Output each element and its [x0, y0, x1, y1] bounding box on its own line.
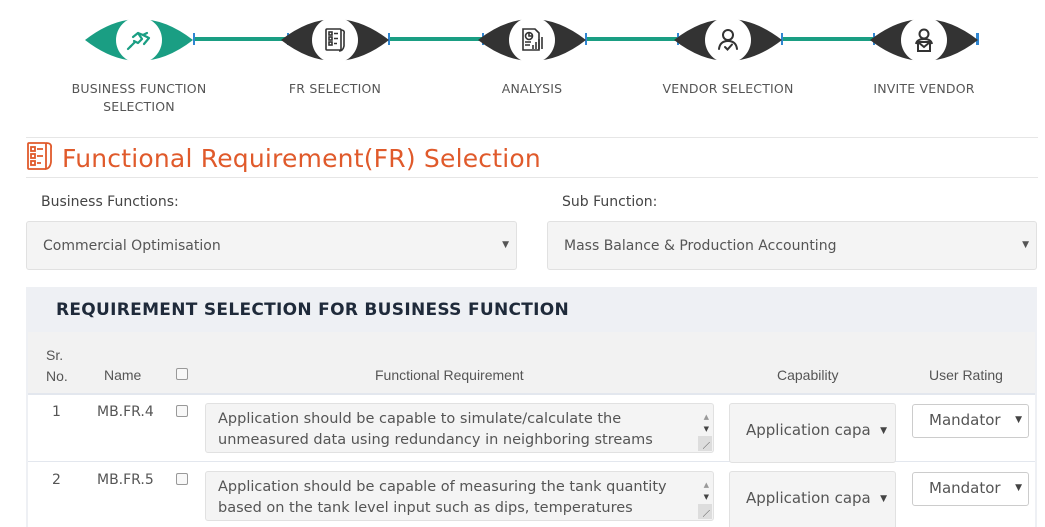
requirement-name: MB.FR.5 — [97, 472, 154, 488]
table-row: 2 MB.FR.5 Application should be capable … — [28, 463, 1035, 527]
step-analysis[interactable]: ANALYSIS — [442, 8, 622, 98]
caret-down-icon: ▼ — [502, 240, 509, 250]
divider — [26, 137, 1038, 138]
user-check-icon — [705, 17, 751, 63]
select-all-checkbox[interactable] — [176, 368, 188, 380]
checklist-icon — [312, 17, 358, 63]
table-row: 1 MB.FR.4 Application should be capable … — [28, 395, 1035, 463]
column-capability: Capability — [777, 367, 839, 383]
textarea-scrollbar[interactable]: ▲ ▼ — [697, 472, 713, 520]
step-label: INVITE VENDOR — [873, 81, 975, 96]
page-title-row: Functional Requirement(FR) Selection — [26, 140, 541, 176]
capability-select[interactable]: Application capa ▼ — [729, 403, 896, 463]
step-label: ANALYSIS — [501, 81, 563, 96]
step-label: VENDOR SELECTION — [662, 81, 794, 96]
sr-no: 1 — [52, 404, 61, 420]
business-functions-label: Business Functions: — [41, 194, 179, 210]
handshake-icon — [116, 17, 162, 63]
step-vendor-selection[interactable]: VENDOR SELECTION — [638, 8, 818, 98]
checklist-icon — [26, 140, 56, 176]
step-label: BUSINESS FUNCTION SELECTION — [71, 81, 207, 114]
requirement-textarea[interactable]: Application should be capable of measuri… — [205, 471, 714, 521]
requirement-selection-heading: REQUIREMENT SELECTION FOR BUSINESS FUNCT… — [26, 287, 1037, 332]
caret-down-icon: ▼ — [1015, 483, 1022, 493]
sub-function-select[interactable]: Mass Balance & Production Accounting ▼ — [547, 221, 1037, 270]
user-rating-select[interactable]: Mandator ▼ — [912, 472, 1029, 506]
step-business-function-selection[interactable]: BUSINESS FUNCTION SELECTION — [49, 8, 229, 116]
business-functions-select[interactable]: Commercial Optimisation ▼ — [26, 221, 517, 270]
step-label: FR SELECTION — [288, 81, 382, 96]
sr-no: 2 — [52, 472, 61, 488]
sub-function-label: Sub Function: — [562, 194, 658, 210]
caret-down-icon: ▼ — [1022, 240, 1029, 250]
sub-function-value: Mass Balance & Production Accounting — [564, 237, 837, 254]
requirement-textarea[interactable]: Application should be capable to simulat… — [205, 403, 714, 453]
divider — [26, 177, 1038, 178]
business-functions-value: Commercial Optimisation — [43, 237, 221, 254]
table-header: Sr. No. Name Functional Requirement Capab… — [28, 332, 1035, 395]
step-fr-selection[interactable]: FR SELECTION — [245, 8, 425, 98]
column-sr-no: Sr. No. — [46, 347, 68, 384]
progress-stepper: BUSINESS FUNCTION SELECTION FR SELECTION … — [0, 0, 1045, 130]
column-user-rating: User Rating — [929, 367, 1003, 383]
caret-down-icon: ▼ — [1015, 415, 1022, 425]
user-mail-icon — [901, 17, 947, 63]
report-chart-icon — [509, 17, 555, 63]
capability-select[interactable]: Application capa ▼ — [729, 471, 896, 527]
row-checkbox[interactable] — [176, 473, 188, 485]
requirements-table: Sr. No. Name Functional Requirement Capab… — [26, 332, 1037, 527]
resize-handle-icon[interactable] — [698, 504, 712, 519]
caret-down-icon: ▼ — [880, 494, 887, 504]
column-name: Name — [104, 367, 142, 383]
page-title: Functional Requirement(FR) Selection — [62, 143, 541, 173]
requirement-name: MB.FR.4 — [97, 404, 154, 420]
row-checkbox[interactable] — [176, 405, 188, 417]
step-invite-vendor[interactable]: INVITE VENDOR — [834, 8, 1014, 98]
column-functional-requirement: Functional Requirement — [375, 367, 524, 383]
caret-down-icon: ▼ — [880, 426, 887, 436]
user-rating-select[interactable]: Mandator ▼ — [912, 404, 1029, 438]
resize-handle-icon[interactable] — [698, 436, 712, 451]
textarea-scrollbar[interactable]: ▲ ▼ — [697, 404, 713, 452]
